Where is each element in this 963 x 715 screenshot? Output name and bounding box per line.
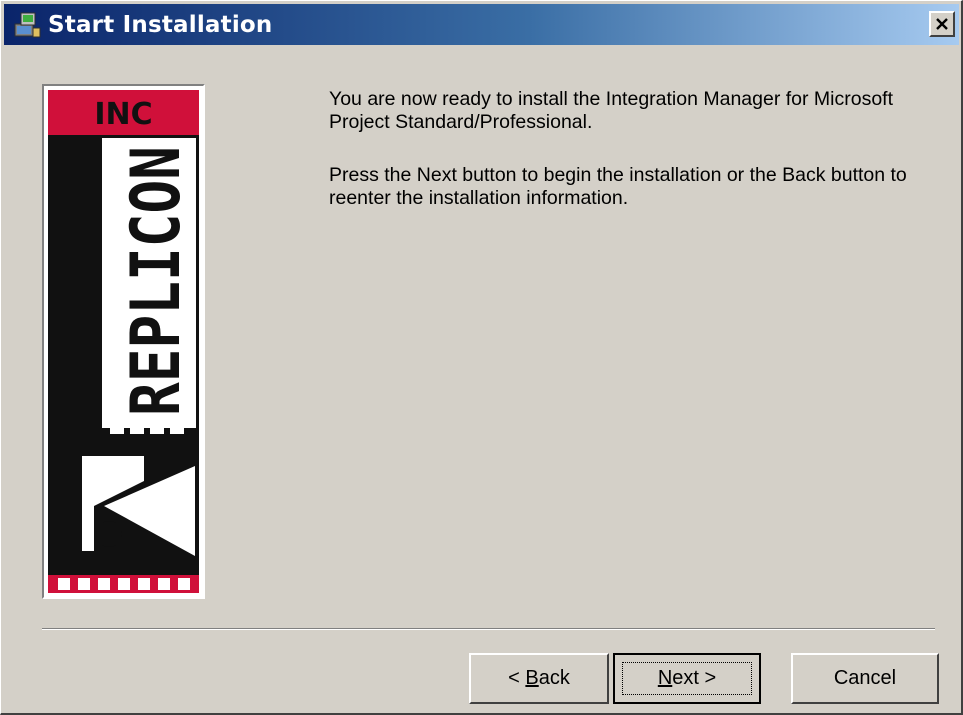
footer-separator [42,628,935,630]
installer-dialog: Start Installation INC REPLICON You are … [0,0,963,715]
back-button-rest: ack [538,667,570,689]
back-button-prefix: < [508,667,526,689]
cancel-button[interactable]: Cancel [791,653,939,704]
logo-replicon-text: REPLICON [117,146,196,416]
close-button[interactable] [929,11,955,37]
focus-rectangle [622,662,752,695]
cancel-button-label: Cancel [833,667,897,689]
dialog-title: Start Installation [48,11,273,38]
back-button-mnemonic: B [525,667,539,689]
back-button[interactable]: < Back [469,653,609,704]
instructions-message: Press the Next button to begin the insta… [329,164,907,209]
replicon-logo-banner: INC REPLICON R [42,84,205,599]
next-button[interactable]: Next > [613,653,761,704]
ready-message: You are now ready to install the Integra… [329,88,894,133]
title-bar[interactable]: Start Installation [4,4,959,45]
logo-inc-text: INC [94,97,152,132]
installer-app-icon [14,12,41,37]
replicon-logo-graphic: INC REPLICON R [44,86,203,597]
close-icon [936,18,948,30]
